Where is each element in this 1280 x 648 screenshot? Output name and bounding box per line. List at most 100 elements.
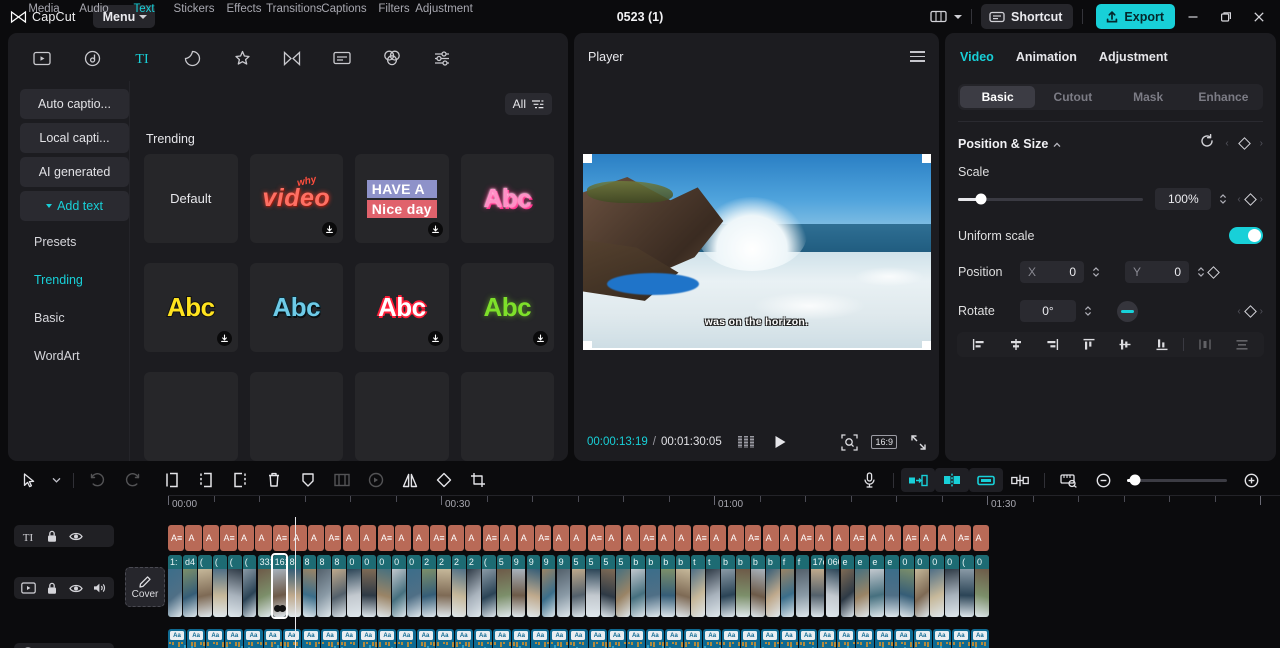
video-clip[interactable]: f [780,555,795,617]
filter-all-button[interactable]: All [504,93,552,115]
text-clip[interactable]: A [552,525,569,551]
distribute-vertical-icon[interactable] [1224,338,1261,351]
video-clip[interactable]: 8 [332,555,347,617]
text-clip[interactable]: A≡ [955,525,972,551]
tab-captions[interactable]: Captions [318,3,367,80]
text-clip[interactable]: A [237,525,255,551]
lock-icon[interactable] [41,579,63,597]
tab-media[interactable]: Media [18,3,66,80]
audio-clip[interactable]: Aa [301,629,320,648]
video-clip[interactable]: ( [197,555,212,617]
segment-enhance[interactable]: Enhance [1186,86,1261,108]
zoom-in-icon[interactable] [1234,468,1268,492]
video-clip[interactable]: b [720,555,735,617]
chevron-up-icon[interactable] [1053,135,1061,153]
text-clip[interactable]: A≡ [272,525,289,551]
audio-clip[interactable]: Aa [512,629,531,648]
scale-input[interactable]: 100% [1155,188,1212,210]
redo-icon[interactable] [115,468,149,492]
crop-frame-icon[interactable] [325,468,359,492]
text-clip[interactable]: A≡ [797,525,814,551]
rotate-stepper[interactable] [1080,300,1095,322]
audio-clip[interactable]: Aa [626,629,645,648]
video-clip[interactable]: b [750,555,765,617]
video-clip[interactable]: e [885,555,900,617]
freeze-icon[interactable] [291,468,325,492]
audio-clip[interactable]: Aa [607,629,626,648]
focus-icon[interactable] [841,433,859,451]
download-icon[interactable] [533,331,548,346]
close-button[interactable] [1243,4,1274,30]
template-abc-pink[interactable]: Abc [460,154,554,243]
zoom-slider[interactable] [1127,474,1227,486]
audio-clip[interactable]: Aa [645,629,665,648]
text-clip[interactable]: A [447,525,464,551]
audio-clip[interactable]: Aa [875,629,894,648]
video-clip[interactable]: b [646,555,660,617]
video-clip[interactable]: 0 [930,555,944,617]
align-left-icon[interactable] [961,338,998,351]
text-clip[interactable]: A [972,525,989,551]
frames-icon[interactable] [737,436,755,448]
template-have-a-nice-day[interactable]: HAVE A Nice day [355,154,449,243]
audio-clip[interactable]: Aa [550,629,569,648]
rotate-input[interactable]: 0° [1020,300,1076,322]
audio-clip[interactable]: Aa [684,629,703,648]
text-clip[interactable]: A [395,525,412,551]
text-clip[interactable]: A [815,525,832,551]
video-clip[interactable]: 0 [915,555,929,617]
sidebar-item-auto-captions[interactable]: Auto captio... [20,89,129,119]
text-clip[interactable]: A≡ [430,525,447,551]
scale-slider[interactable] [958,193,1144,205]
audio-clip[interactable]: Aa [837,629,856,648]
audio-clip[interactable]: Aa [282,629,301,648]
rotate-keyframe-icon[interactable] [1243,304,1257,318]
text-clip[interactable]: A [885,525,902,551]
mirror-icon[interactable] [393,468,427,492]
video-clip[interactable]: 0 [392,555,406,617]
selection-handle-tr[interactable] [921,153,931,163]
audio-clip[interactable]: Aa [951,629,970,648]
audio-clip[interactable]: Aa [473,629,492,648]
audio-clip[interactable]: Aa [913,629,932,648]
video-clip[interactable]: t [691,555,705,617]
video-clip[interactable]: 9 [541,555,556,617]
video-clip[interactable]: 5 [586,555,601,617]
text-clip[interactable]: A≡ [587,525,604,551]
video-clip[interactable]: ( [227,555,242,617]
rotate-icon[interactable] [427,468,461,492]
keyframe-next-icon[interactable]: › [1260,138,1263,149]
play-icon[interactable] [774,435,787,449]
position-x-input[interactable]: X 0 [1020,261,1084,283]
export-button[interactable]: Export [1096,4,1175,29]
template-video-why[interactable]: why video [249,154,343,243]
video-clip[interactable]: e [840,555,855,617]
playhead[interactable] [295,517,296,648]
audio-clip[interactable]: Aa [760,629,779,648]
video-clip[interactable]: 1: [168,555,182,617]
timeline-ruler[interactable]: 00:00 00:30 01:00 01:30 [168,495,1280,517]
fullscreen-icon[interactable] [911,434,926,450]
audio-clip[interactable]: Aa [722,629,741,648]
text-clip[interactable]: A≡ [377,525,394,551]
video-clip[interactable]: e [855,555,870,617]
text-clip[interactable]: A [412,525,429,551]
reverse-icon[interactable] [359,468,393,492]
position-keyframe-icon[interactable] [1207,265,1220,279]
tab-stickers[interactable]: Stickers [168,3,216,80]
tab-text[interactable]: TI Text [118,3,166,80]
selection-handle-tl[interactable] [582,153,592,163]
text-clip[interactable]: A [605,525,622,551]
video-clip[interactable]: 0 [900,555,915,617]
hamburger-icon[interactable] [910,51,925,62]
video-clip[interactable]: 8 [317,555,332,617]
text-clip[interactable]: A [832,525,849,551]
audio-clip[interactable]: Aa [244,629,263,648]
tab-filters[interactable]: Filters [368,3,416,80]
aspect-ratio-button[interactable]: 16:9 [871,435,897,449]
text-clip[interactable]: A≡ [640,525,657,551]
split-right-icon[interactable] [223,468,257,492]
video-clip[interactable]: d4 [182,555,197,617]
text-clip[interactable]: A [727,525,744,551]
sidebar-item-ai-generated[interactable]: AI generated [20,157,129,187]
